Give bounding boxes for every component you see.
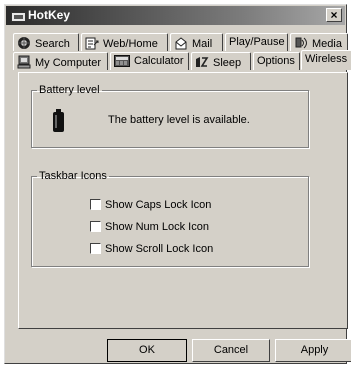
tab-wireless[interactable]: Wireless: [301, 50, 351, 70]
tab-options-label: Options: [257, 55, 295, 67]
my-computer-icon: [17, 55, 31, 69]
taskbar-icons-legend: Taskbar Icons: [39, 170, 107, 182]
window-title: HotKey: [28, 8, 71, 22]
ok-button[interactable]: OK: [107, 339, 187, 362]
tab-play-pause-label: Play/Pause: [229, 36, 285, 48]
tab-panel-wireless: Battery level The battery level is avail…: [18, 72, 348, 329]
battery-level-legend: Battery level: [39, 84, 100, 96]
tab-mail[interactable]: Mail: [170, 33, 223, 51]
tab-mail-label: Mail: [192, 38, 213, 50]
close-button[interactable]: ×: [326, 8, 342, 22]
calculator-icon: [114, 55, 130, 67]
cancel-button[interactable]: Cancel: [192, 339, 270, 362]
tab-search[interactable]: Search: [13, 33, 79, 51]
tab-my-computer-label: My Computer: [35, 57, 102, 69]
tab-options[interactable]: Options: [253, 52, 300, 70]
tab-media-label: Media: [312, 38, 342, 50]
tab-sleep[interactable]: Sleep: [191, 52, 251, 70]
tab-wireless-label: Wireless: [305, 53, 348, 65]
caps-lock-label: Show Caps Lock Icon: [105, 199, 212, 211]
mail-icon: [175, 37, 187, 50]
hotkey-dialog: HotKey × Search Web/Home Mail Play/Pause…: [4, 4, 351, 364]
search-icon: [18, 37, 30, 49]
battery-level-group: Battery level The battery level is avail…: [31, 84, 309, 148]
num-lock-checkbox[interactable]: [90, 221, 101, 232]
title-bar[interactable]: HotKey ×: [6, 6, 345, 25]
tab-webhome[interactable]: Web/Home: [81, 33, 168, 51]
apply-button[interactable]: Apply: [275, 339, 351, 362]
caps-lock-checkbox[interactable]: [90, 199, 101, 210]
battery-icon: [53, 109, 64, 132]
tab-sleep-label: Sleep: [213, 57, 242, 69]
tab-my-computer[interactable]: My Computer: [13, 52, 108, 70]
tab-webhome-label: Web/Home: [103, 38, 158, 50]
taskbar-icons-group: Taskbar Icons Show Caps Lock Icon Show N…: [31, 170, 309, 267]
keyboard-icon: [11, 12, 26, 22]
num-lock-option[interactable]: Show Num Lock Icon: [90, 221, 209, 235]
caps-lock-option[interactable]: Show Caps Lock Icon: [90, 199, 211, 213]
tab-play-pause[interactable]: Play/Pause: [225, 33, 288, 51]
tab-calculator[interactable]: Calculator: [110, 52, 189, 70]
webhome-icon: [85, 37, 99, 50]
num-lock-label: Show Num Lock Icon: [105, 221, 209, 233]
battery-status-text: The battery level is available.: [108, 114, 250, 126]
tab-media[interactable]: Media: [290, 33, 348, 51]
tab-search-label: Search: [35, 38, 70, 50]
scroll-lock-option[interactable]: Show Scroll Lock Icon: [90, 243, 213, 257]
sleep-icon: [196, 57, 209, 67]
media-icon: [295, 37, 307, 49]
scroll-lock-label: Show Scroll Lock Icon: [105, 243, 214, 255]
scroll-lock-checkbox[interactable]: [90, 243, 101, 254]
tab-calculator-label: Calculator: [134, 55, 184, 67]
